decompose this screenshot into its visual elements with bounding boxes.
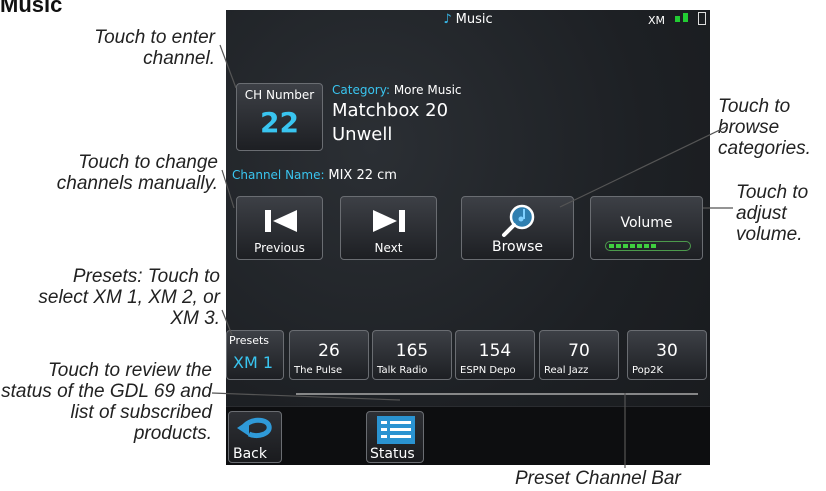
callout-leader-lines [211,44,733,468]
